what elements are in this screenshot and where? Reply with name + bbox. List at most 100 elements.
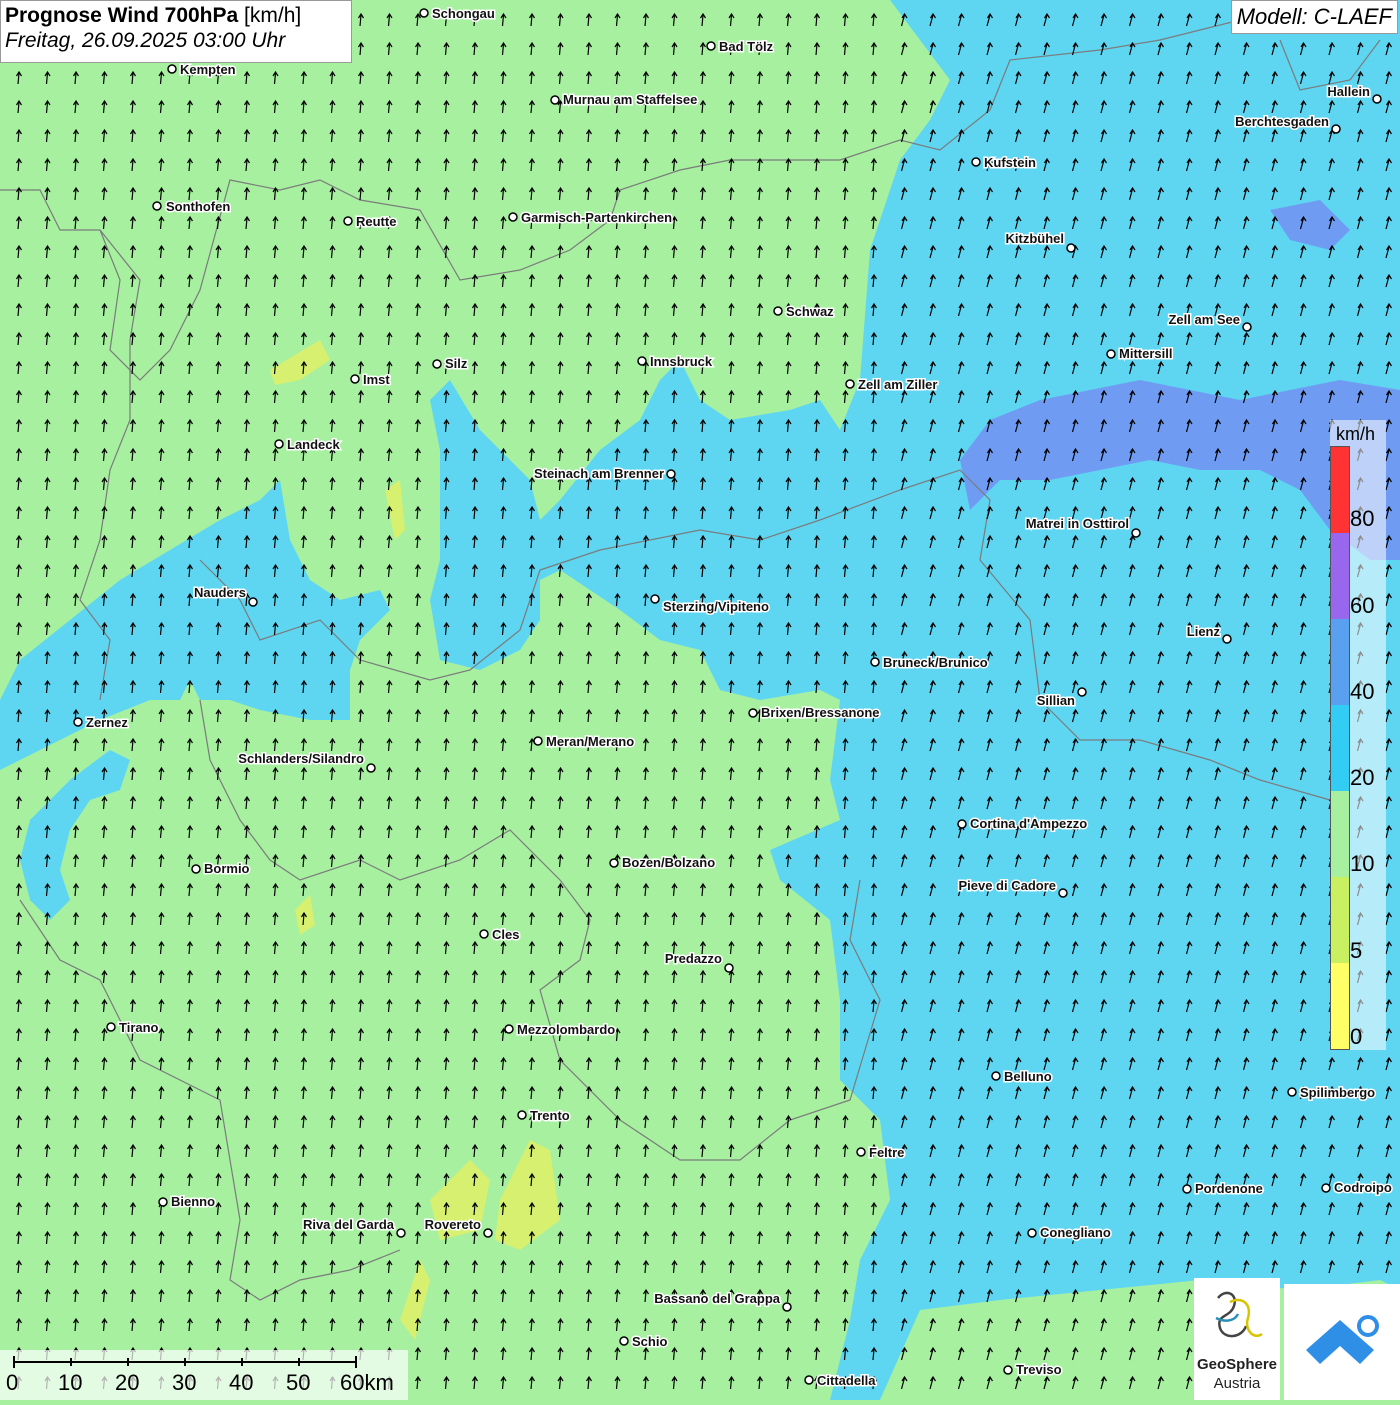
- geosphere-emblem-icon: [1215, 1291, 1263, 1338]
- city-label: Nauders: [194, 585, 246, 600]
- map-title-unit: [km/h]: [244, 4, 302, 27]
- city-label: Mezzolombardo: [517, 1022, 615, 1037]
- legend-swatch: [1331, 619, 1349, 705]
- forecast-datetime: Freitag, 26.09.2025 03:00 Uhr: [5, 29, 286, 52]
- city-marker-dot: [957, 819, 967, 829]
- weather-app-logo[interactable]: [1284, 1284, 1400, 1400]
- city-label: Zell am Ziller: [858, 377, 937, 392]
- city-marker-dot: [550, 95, 560, 105]
- city-label: Berchtesgaden: [1235, 114, 1329, 129]
- city-label: Schlanders/Silandro: [238, 751, 364, 766]
- legend-unit: km/h: [1336, 424, 1376, 444]
- city-marker-dot: [152, 201, 162, 211]
- scale-label: 40: [229, 1370, 254, 1395]
- city-marker-dot: [1331, 124, 1341, 134]
- city-label: Sterzing/Vipiteno: [663, 599, 769, 614]
- city-label: Reutte: [356, 214, 396, 229]
- scale-label: 50: [286, 1370, 311, 1395]
- city-marker-dot: [1106, 349, 1116, 359]
- city-marker-dot: [619, 1336, 629, 1346]
- city-marker-dot: [991, 1071, 1001, 1081]
- model-label: Modell: C-LAEF: [1230, 0, 1398, 34]
- city-marker-dot: [856, 1147, 866, 1157]
- legend-swatch: [1331, 877, 1349, 963]
- city-marker-dot: [366, 763, 376, 773]
- legend-colorbar: [1330, 446, 1350, 1050]
- legend-tick: 10: [1350, 851, 1375, 876]
- city-marker-dot: [845, 379, 855, 389]
- legend-tick: 0: [1350, 1024, 1363, 1049]
- legend-swatch: [1331, 533, 1349, 619]
- city-marker-dot: [1287, 1087, 1297, 1097]
- city-marker-dot: [158, 1197, 168, 1207]
- city-label: Mittersill: [1119, 346, 1172, 361]
- scale-label: 0: [6, 1370, 19, 1395]
- city-label: Belluno: [1004, 1069, 1052, 1084]
- city-label: Bozen/Bolzano: [622, 855, 715, 870]
- city-label: Bormio: [204, 861, 250, 876]
- city-marker-dot: [1003, 1365, 1013, 1375]
- city-label: Treviso: [1016, 1362, 1062, 1377]
- city-label: Sonthofen: [166, 199, 230, 214]
- city-marker-dot: [1058, 888, 1068, 898]
- city-label: Meran/Merano: [546, 734, 634, 749]
- city-marker-dot: [782, 1302, 792, 1312]
- city-label: Zell am See: [1168, 312, 1240, 327]
- city-marker-dot: [773, 306, 783, 316]
- city-marker-dot: [274, 439, 284, 449]
- city-marker-dot: [637, 356, 647, 366]
- city-marker-dot: [706, 41, 716, 51]
- city-marker-dot: [1321, 1183, 1331, 1193]
- city-label: Bruneck/Brunico: [883, 655, 988, 670]
- map-title-main: Prognose Wind 700hPa: [5, 4, 239, 27]
- city-label: Trento: [530, 1108, 570, 1123]
- city-marker-dot: [724, 963, 734, 973]
- city-marker-dot: [167, 64, 177, 74]
- city-marker-dot: [1077, 687, 1087, 697]
- city-label: Cittadella: [817, 1373, 876, 1388]
- city-marker-dot: [419, 8, 429, 18]
- city-label: Predazzo: [665, 951, 722, 966]
- city-marker-dot: [483, 1228, 493, 1238]
- brand-name: GeoSphere: [1196, 1356, 1278, 1373]
- legend-tick: 40: [1350, 679, 1375, 704]
- city-marker-dot: [650, 594, 660, 604]
- city-marker-dot: [971, 157, 981, 167]
- city-marker-dot: [479, 929, 489, 939]
- city-label: Zernez: [86, 715, 128, 730]
- city-label: Cortina d'Ampezzo: [970, 816, 1087, 831]
- city-label: Schwaz: [786, 304, 834, 319]
- city-marker-dot: [343, 216, 353, 226]
- city-label: Bienno: [171, 1194, 215, 1209]
- legend-swatch: [1331, 705, 1349, 791]
- city-marker-dot: [73, 717, 83, 727]
- city-label: Schio: [632, 1334, 667, 1349]
- city-label: Landeck: [287, 437, 341, 452]
- city-marker-dot: [666, 469, 676, 479]
- scale-label: 60km: [340, 1370, 394, 1395]
- city-marker-dot: [106, 1022, 116, 1032]
- legend-tick: 60: [1350, 593, 1375, 618]
- city-label: Bad Tölz: [719, 39, 774, 54]
- city-label: Cles: [492, 927, 519, 942]
- city-label: Lienz: [1187, 624, 1221, 639]
- city-marker-dot: [191, 864, 201, 874]
- city-marker-dot: [609, 858, 619, 868]
- city-marker-dot: [517, 1110, 527, 1120]
- scale-label: 10: [58, 1370, 83, 1395]
- legend-tick: 5: [1350, 938, 1363, 963]
- city-marker-dot: [1131, 528, 1141, 538]
- legend-swatch: [1331, 791, 1349, 877]
- city-label: Feltre: [869, 1145, 904, 1160]
- city-label: Codroipo: [1334, 1180, 1392, 1195]
- city-marker-dot: [350, 374, 360, 384]
- city-marker-dot: [504, 1024, 514, 1034]
- city-marker-dot: [1242, 322, 1252, 332]
- scale-label: 20: [115, 1370, 140, 1395]
- map-title: Prognose Wind 700hPa [km/h]: [5, 4, 347, 28]
- wind-map: Schongau Bad Tölz Kempten Murnau am Staffel…: [0, 0, 1400, 1400]
- city-marker-dot: [1222, 634, 1232, 644]
- city-label: Spilimbergo: [1300, 1085, 1375, 1100]
- city-marker-dot: [1182, 1184, 1192, 1194]
- city-label: Schongau: [432, 6, 495, 21]
